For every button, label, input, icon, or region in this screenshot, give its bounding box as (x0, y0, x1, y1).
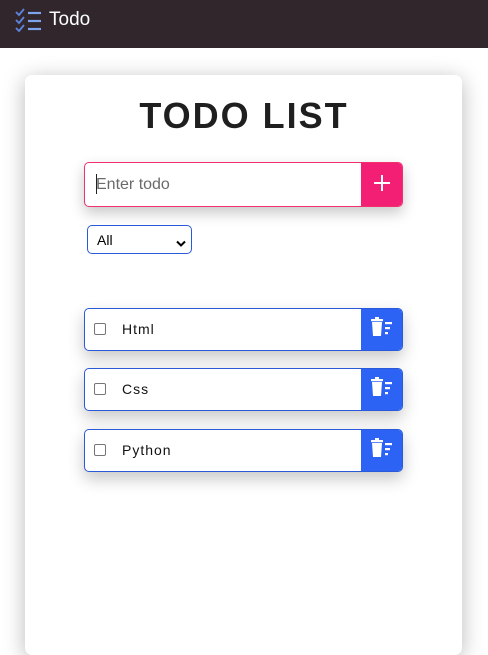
delete-button[interactable] (361, 369, 402, 410)
todo-text: Python (122, 442, 172, 458)
navbar: Todo (0, 0, 488, 48)
todo-input[interactable] (85, 163, 361, 206)
todo-text: Html (122, 321, 155, 337)
trash-sort-icon (370, 377, 394, 402)
todo-item: Html (84, 308, 403, 351)
checklist-icon[interactable] (15, 8, 43, 34)
todo-text: Css (122, 381, 150, 397)
trash-sort-icon (370, 438, 394, 463)
text-caret (96, 174, 97, 194)
filter-select[interactable]: All (87, 225, 192, 254)
plus-icon (373, 174, 391, 195)
delete-button[interactable] (361, 430, 402, 471)
todo-checkbox[interactable] (94, 323, 106, 335)
todo-item: Python (84, 429, 403, 472)
delete-button[interactable] (361, 309, 402, 350)
todo-item: Css (84, 368, 403, 411)
todo-checkbox[interactable] (94, 444, 106, 456)
app-title[interactable]: Todo (49, 9, 90, 31)
add-todo-form (84, 162, 403, 207)
trash-sort-icon (370, 317, 394, 342)
add-todo-button[interactable] (361, 163, 402, 206)
page-title: TODO LIST (139, 95, 349, 136)
todo-checkbox[interactable] (94, 383, 106, 395)
